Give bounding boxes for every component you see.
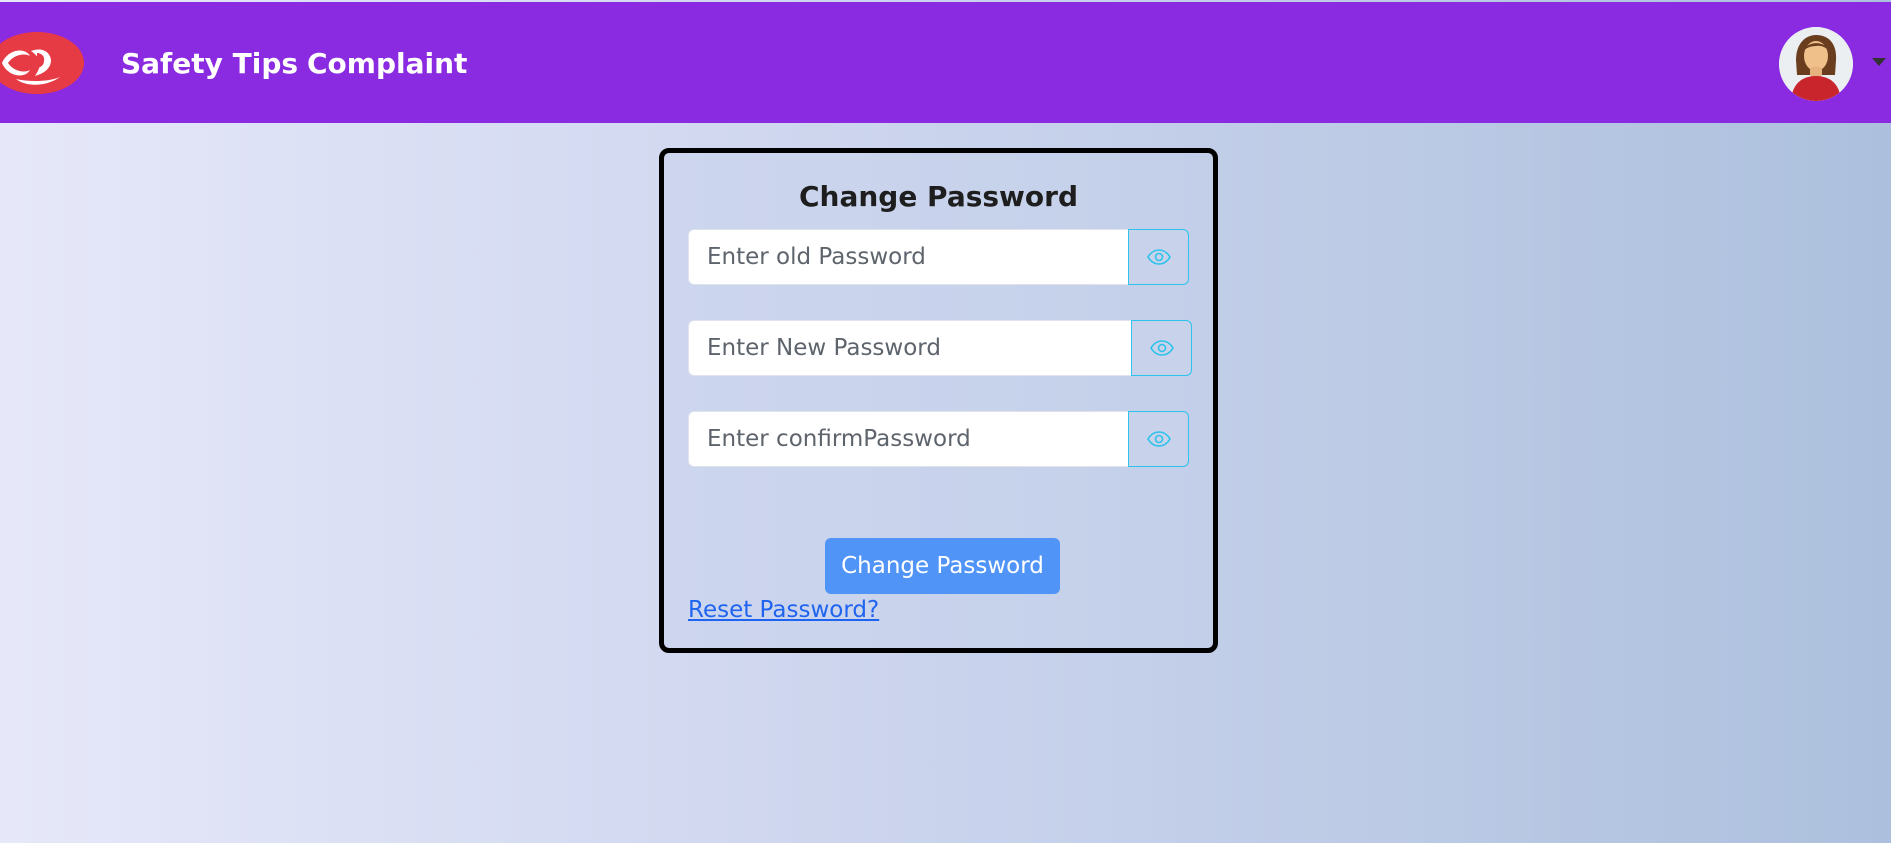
- confirm-password-input[interactable]: [688, 411, 1128, 467]
- change-password-button[interactable]: Change Password: [825, 538, 1060, 594]
- brand-logo-icon[interactable]: [0, 32, 84, 94]
- eye-icon: [1146, 431, 1171, 447]
- eye-icon: [1149, 340, 1174, 356]
- toggle-new-password-visibility-button[interactable]: [1131, 320, 1192, 376]
- chevron-down-icon[interactable]: [1872, 58, 1886, 66]
- change-password-card: Change Password Change Password Reset Pa…: [659, 148, 1218, 653]
- toggle-confirm-password-visibility-button[interactable]: [1128, 411, 1189, 467]
- top-navbar: Safety Tips Complaint: [0, 2, 1891, 123]
- new-password-input[interactable]: [688, 320, 1131, 376]
- user-avatar-icon[interactable]: [1779, 27, 1853, 101]
- nav-link-complaint[interactable]: Complaint: [307, 46, 467, 82]
- page-title: Change Password: [798, 180, 1079, 213]
- nav-link-safety-tips[interactable]: Safety Tips: [121, 46, 298, 82]
- toggle-old-password-visibility-button[interactable]: [1128, 229, 1189, 285]
- old-password-input[interactable]: [688, 229, 1128, 285]
- reset-password-link[interactable]: Reset Password?: [688, 595, 879, 625]
- eye-icon: [1146, 249, 1171, 265]
